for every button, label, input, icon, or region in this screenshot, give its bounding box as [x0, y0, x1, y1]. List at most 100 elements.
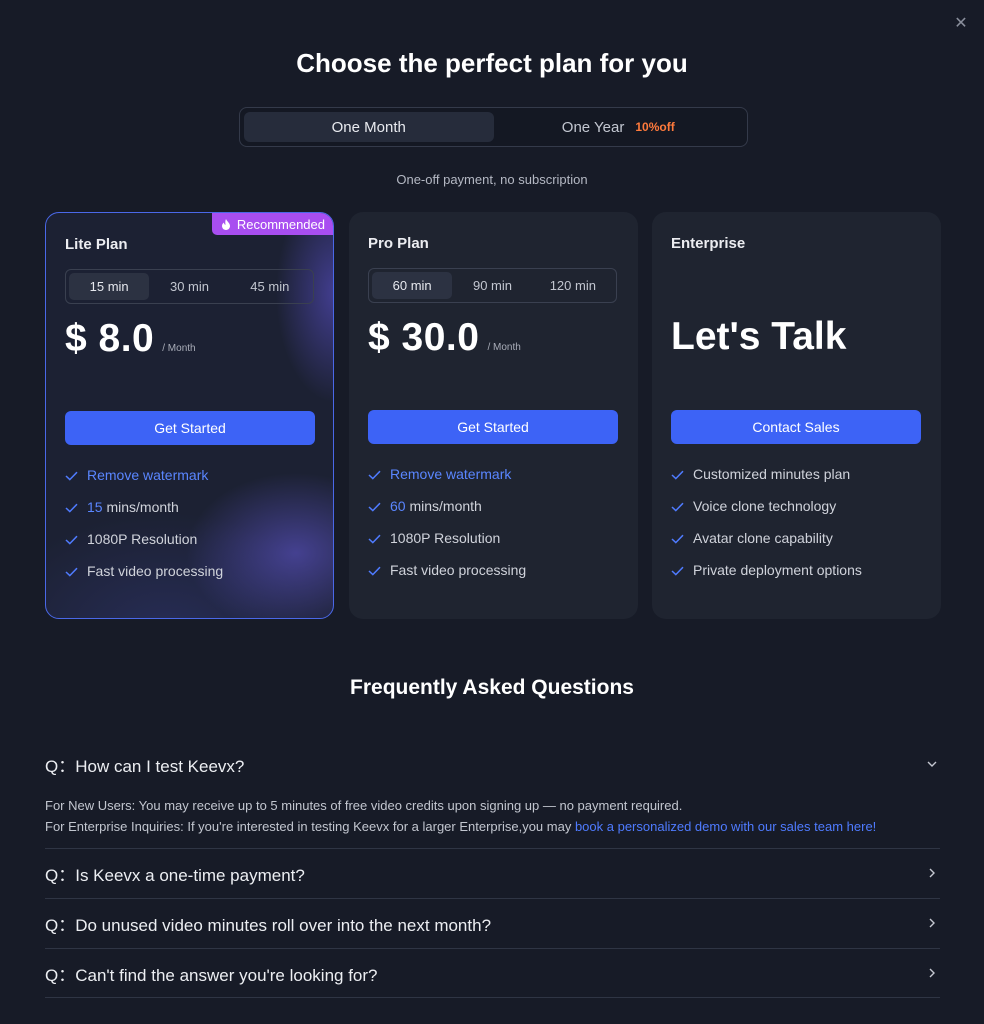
enterprise-headline: Let's Talk — [671, 315, 847, 358]
feature-item: 15 mins/month — [65, 491, 223, 523]
pricing-modal: ✕ Choose the perfect plan for you One Mo… — [0, 0, 984, 1024]
plan-price: $ 8.0 / Month — [65, 317, 196, 361]
faq-answer-line: For New Users: You may receive up to 5 m… — [45, 798, 683, 813]
feature-item: Voice clone technology — [671, 490, 862, 522]
feature-list: Remove watermark 60 mins/month 1080P Res… — [368, 458, 526, 586]
plan-card-pro: Pro Plan 60 min 90 min 120 min $ 30.0 / … — [349, 212, 638, 619]
billing-option-label: One Year — [561, 118, 625, 136]
minute-option-60[interactable]: 60 min — [372, 272, 453, 299]
page-title: Choose the perfect plan for you — [296, 48, 688, 78]
feature-text: mins/month — [405, 498, 482, 514]
divider — [45, 997, 940, 998]
check-icon — [65, 503, 78, 513]
feature-item: Fast video processing — [65, 555, 223, 587]
feature-item: Private deployment options — [671, 554, 862, 586]
feature-item: 1080P Resolution — [65, 523, 223, 555]
divider — [45, 848, 940, 849]
feature-item: 1080P Resolution — [368, 522, 526, 554]
feature-text: Customized minutes plan — [693, 466, 851, 482]
faq-question-toggle[interactable]: Q：Can't find the answer you're looking f… — [45, 961, 940, 985]
feature-text: mins/month — [102, 499, 179, 515]
divider — [45, 948, 940, 949]
plan-name: Pro Plan — [368, 235, 429, 252]
price-value: $ 8.0 — [65, 317, 155, 360]
feature-item: Remove watermark — [65, 459, 223, 491]
minute-option-45[interactable]: 45 min — [230, 273, 310, 300]
faq-item: Q：Is Keevx a one-time payment? — [45, 861, 940, 885]
check-icon — [368, 534, 381, 544]
feature-item: Customized minutes plan — [671, 458, 862, 490]
price-unit: / Month — [162, 343, 196, 354]
billing-option-one-month[interactable]: One Month — [244, 112, 494, 142]
check-icon — [65, 567, 78, 577]
faq-question-toggle[interactable]: Q：Is Keevx a one-time payment? — [45, 861, 940, 885]
faq-answer: For New Users: You may receive up to 5 m… — [45, 795, 940, 837]
faq-item: Q：Can't find the answer you're looking f… — [45, 961, 940, 985]
feature-highlight: 15 — [87, 499, 103, 515]
contact-sales-button[interactable]: Contact Sales — [671, 410, 921, 444]
price-unit: / Month — [487, 342, 521, 353]
billing-option-label: One Month — [331, 118, 406, 136]
feature-text: Avatar clone capability — [693, 530, 833, 546]
feature-text: Remove watermark — [390, 466, 512, 482]
feature-text: Fast video processing — [87, 563, 224, 579]
faq-item: Q：How can I test Keevx? For New Users: Y… — [45, 752, 940, 837]
minute-options: 60 min 90 min 120 min — [368, 268, 617, 303]
faq-question: Q：Is Keevx a one-time payment? — [45, 865, 305, 885]
check-icon — [368, 502, 381, 512]
divider — [45, 898, 940, 899]
feature-text: Remove watermark — [87, 467, 209, 483]
faq-answer-text: For Enterprise Inquiries: If you're inte… — [45, 819, 575, 834]
close-icon[interactable]: ✕ — [952, 15, 970, 33]
billing-period-toggle: One Month One Year 10%off — [239, 107, 748, 147]
minute-option-15[interactable]: 15 min — [69, 273, 150, 300]
get-started-button[interactable]: Get Started — [65, 411, 315, 445]
fire-icon — [221, 218, 230, 230]
feature-text: Fast video processing — [390, 562, 527, 578]
minute-option-30[interactable]: 30 min — [149, 273, 229, 300]
feature-list: Remove watermark 15 mins/month 1080P Res… — [65, 459, 223, 587]
feature-item: 60 mins/month — [368, 490, 526, 522]
chevron-down-icon — [927, 761, 937, 767]
check-icon — [671, 534, 684, 544]
discount-badge: 10%off — [635, 120, 675, 134]
faq-answer-line: For Enterprise Inquiries: If you're inte… — [45, 816, 940, 837]
feature-text: Private deployment options — [693, 562, 862, 578]
minute-option-90[interactable]: 90 min — [452, 272, 532, 299]
chevron-right-icon — [929, 918, 935, 928]
check-icon — [368, 566, 381, 576]
feature-highlight: 60 — [390, 498, 406, 514]
faq-question-toggle[interactable]: Q：How can I test Keevx? — [45, 752, 940, 776]
feature-text: Voice clone technology — [693, 498, 837, 514]
feature-item: Remove watermark — [368, 458, 526, 490]
plan-card-lite: Recommended Lite Plan 15 min 30 min 45 m… — [45, 212, 334, 619]
check-icon — [671, 566, 684, 576]
minute-options: 15 min 30 min 45 min — [65, 269, 314, 304]
plan-card-enterprise: Enterprise Let's Talk Contact Sales Cust… — [652, 212, 941, 619]
plan-price: $ 30.0 / Month — [368, 316, 521, 360]
plan-name: Lite Plan — [65, 236, 128, 253]
badge-label: Recommended — [236, 216, 325, 232]
check-icon — [368, 470, 381, 480]
faq-title: Frequently Asked Questions — [350, 676, 634, 699]
faq-question-toggle[interactable]: Q：Do unused video minutes roll over into… — [45, 911, 940, 935]
faq-question: Q：Do unused video minutes roll over into… — [45, 915, 492, 935]
feature-item: Fast video processing — [368, 554, 526, 586]
book-demo-link[interactable]: book a personalized demo with our sales … — [575, 819, 876, 834]
feature-item: Avatar clone capability — [671, 522, 862, 554]
minute-option-120[interactable]: 120 min — [533, 272, 613, 299]
chevron-right-icon — [929, 868, 935, 878]
check-icon — [65, 535, 78, 545]
recommended-badge: Recommended — [211, 213, 333, 235]
chevron-right-icon — [929, 968, 935, 978]
feature-text: 1080P Resolution — [390, 530, 501, 546]
feature-text: 1080P Resolution — [87, 531, 198, 547]
price-value: $ 30.0 — [368, 316, 480, 359]
check-icon — [671, 470, 684, 480]
billing-option-one-year[interactable]: One Year 10%off — [494, 112, 744, 142]
get-started-button[interactable]: Get Started — [368, 410, 618, 444]
faq-item: Q：Do unused video minutes roll over into… — [45, 911, 940, 935]
plan-name: Enterprise — [671, 235, 746, 252]
faq-question: Q：Can't find the answer you're looking f… — [45, 965, 378, 985]
payment-note: One-off payment, no subscription — [396, 172, 588, 187]
